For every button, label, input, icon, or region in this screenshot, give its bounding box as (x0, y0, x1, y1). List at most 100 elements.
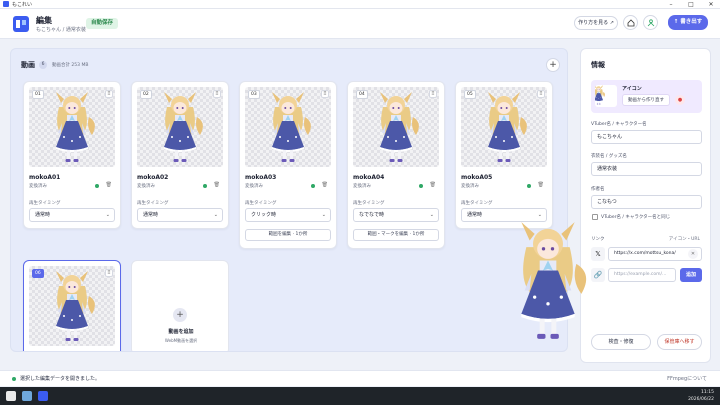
plus-icon: + (173, 308, 187, 322)
floating-character-image[interactable] (498, 178, 598, 383)
os-taskbar: 11:15 2026/06/22 (0, 387, 720, 405)
clock: 11:15 2026/06/22 (688, 390, 714, 402)
status-dot (311, 184, 315, 188)
trash-icon[interactable]: 🗑 (430, 182, 436, 188)
video-thumbnail (137, 87, 223, 167)
export-button[interactable]: ↑ 書き出す (668, 15, 708, 30)
maximize-icon[interactable]: □ (684, 0, 698, 9)
video-thumbnail (29, 266, 115, 346)
video-name: mokoA05 (461, 174, 493, 181)
add-link-button[interactable]: 追加 (680, 268, 702, 282)
links-hint: アイコン・URL (668, 237, 700, 242)
video-card[interactable]: 03 ⠿ mokoA03 変換済み 🗑 再生タイミング クリック時 ⌄ 範囲を編集… (239, 81, 337, 249)
status-dot (203, 184, 207, 188)
info-panel: 情報 アイコン 動画から作り直す ● VTuber名 / キャラクター名 もこち… (580, 48, 711, 363)
add-video-button[interactable]: + (546, 58, 560, 72)
ffmpeg-about-link[interactable]: FFmpegについて (667, 375, 707, 382)
app-logo-icon (13, 16, 29, 32)
howto-button[interactable]: 作り方を見る ↗ (574, 16, 618, 30)
video-thumbnail (245, 87, 331, 167)
chevron-down-icon: ⌄ (105, 212, 110, 218)
video-name: mokoA01 (29, 174, 61, 181)
person-icon (647, 18, 654, 26)
timing-label: 再生タイミング (29, 201, 61, 206)
video-status: 変換済み (29, 184, 47, 189)
costume-name-input[interactable]: 通常衣装 (591, 162, 702, 176)
icon-image (595, 85, 617, 107)
close-icon[interactable]: ✕ (704, 0, 718, 9)
file-explorer-icon[interactable] (22, 391, 32, 401)
video-status: 変換済み (137, 184, 155, 189)
drag-handle-icon[interactable]: ⠿ (105, 90, 113, 98)
drag-handle-icon[interactable]: ⠿ (321, 90, 329, 98)
timing-label: 再生タイミング (353, 201, 385, 206)
drag-handle-icon[interactable]: ⠿ (537, 90, 545, 98)
info-title: 情報 (591, 61, 605, 69)
app-header: 編集 もこちゃん / 通常衣装 自動保存 作り方を見る ↗ ↑ 書き出す (0, 9, 720, 39)
app-taskbar-icon[interactable] (38, 391, 48, 401)
character-image (137, 87, 223, 167)
video-index: 01 (32, 90, 44, 99)
move-to-vault-button[interactable]: 保管庫へ移す (657, 334, 702, 350)
character-image (353, 87, 439, 167)
status-message: 選択した編集データを開きました。 (20, 376, 101, 382)
videos-title: 動画 (21, 61, 35, 69)
icon-section: アイコン 動画から作り直す ● (591, 80, 702, 113)
character-button[interactable] (643, 15, 658, 30)
same-as-vtuber-label: VTuber名 / キャラクター名と同じ (601, 215, 671, 220)
timing-label: 再生タイミング (245, 201, 277, 206)
vtuber-name-input[interactable]: もこちゃん (591, 130, 702, 144)
drag-handle-icon[interactable]: ⠿ (213, 90, 221, 98)
character-image (461, 87, 547, 167)
window-title: もこれい (12, 1, 33, 8)
timing-label: 再生タイミング (461, 201, 493, 206)
status-ok-dot (12, 377, 16, 381)
page-title: 編集 (36, 16, 52, 25)
remove-icon[interactable]: ● (675, 95, 685, 105)
trash-icon[interactable]: 🗑 (322, 182, 328, 188)
breadcrumb: もこちゃん / 通常衣装 (36, 27, 86, 33)
edit-range-button[interactable]: 範囲を編集 · 1か所 (245, 229, 331, 241)
start-icon[interactable] (6, 391, 16, 401)
video-card[interactable]: 04 ⠿ mokoA04 変換済み 🗑 再生タイミング なでなで時 ⌄ 範囲・マー… (347, 81, 445, 249)
check-repair-button[interactable]: 検査・修復 (591, 334, 651, 350)
trash-icon[interactable]: 🗑 (106, 182, 112, 188)
new-link-input[interactable]: https://example.com/... (608, 268, 676, 282)
add-video-title: 動画を追加 (168, 329, 194, 335)
icon-label: アイコン (622, 86, 642, 92)
video-index: 02 (140, 90, 152, 99)
status-dot (95, 184, 99, 188)
timing-select[interactable]: 通常時 ⌄ (29, 208, 115, 222)
character-image (29, 87, 115, 167)
home-icon (627, 18, 634, 26)
timing-select[interactable]: クリック時 ⌄ (245, 208, 331, 222)
costume-name-label: 衣装名 / グッズ名 (591, 154, 627, 159)
video-card-selected[interactable]: 06 ⠿ (23, 260, 121, 351)
trash-icon[interactable]: 🗑 (214, 182, 220, 188)
home-button[interactable] (623, 15, 638, 30)
chevron-down-icon: ⌄ (213, 212, 218, 218)
window-titlebar: もこれい – □ ✕ (0, 0, 720, 9)
timing-select[interactable]: なでなで時 ⌄ (353, 208, 439, 222)
autosave-badge: 自動保存 (86, 18, 119, 29)
character-image (245, 87, 331, 167)
video-card[interactable]: 01 ⠿ mokoA01 変換済み 🗑 再生タイミング 通常時 ⌄ (23, 81, 121, 229)
character-image (29, 266, 115, 346)
minimize-icon[interactable]: – (664, 0, 678, 9)
regenerate-icon-button[interactable]: 動画から作り直す (622, 94, 670, 106)
drag-handle-icon[interactable]: ⠿ (429, 90, 437, 98)
edit-range-button[interactable]: 範囲・マークを編集 · 1か所 (353, 229, 439, 241)
remove-link-icon[interactable]: ✕ (688, 249, 698, 259)
vtuber-name-label: VTuber名 / キャラクター名 (591, 122, 647, 127)
video-card[interactable]: 02 ⠿ mokoA02 変換済み 🗑 再生タイミング 通常時 ⌄ (131, 81, 229, 229)
video-index: 04 (356, 90, 368, 99)
video-status: 変換済み (245, 184, 263, 189)
add-video-card[interactable]: + 動画を追加 WebM動画を選択 (131, 260, 229, 351)
videos-count-badge: 6 (39, 61, 47, 69)
chevron-down-icon: ⌄ (321, 212, 326, 218)
video-index: 06 (32, 269, 44, 278)
video-name: mokoA03 (245, 174, 277, 181)
timing-select[interactable]: 通常時 ⌄ (137, 208, 223, 222)
author-name-input[interactable]: こなもつ (591, 195, 702, 209)
drag-handle-icon[interactable]: ⠿ (105, 269, 113, 277)
